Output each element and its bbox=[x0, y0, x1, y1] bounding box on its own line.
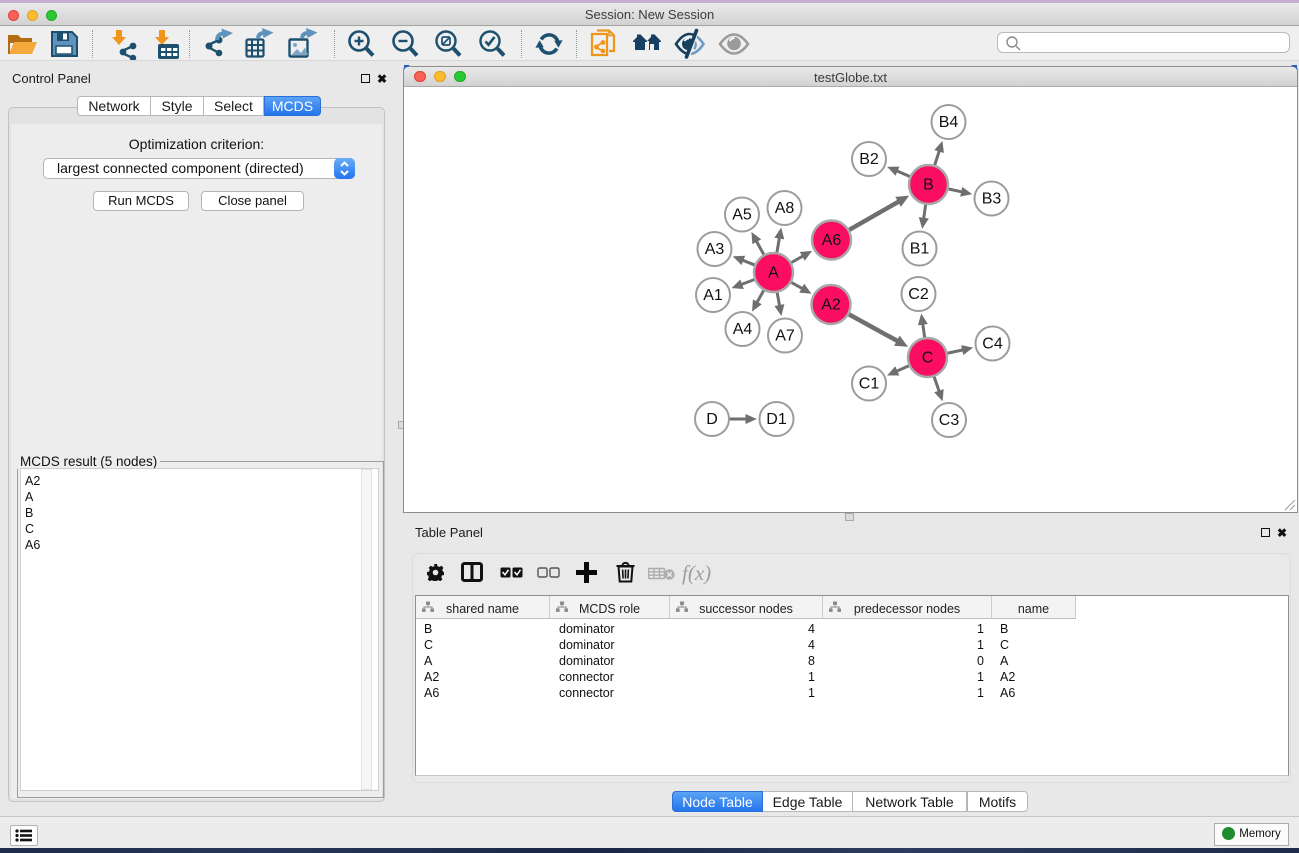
svg-text:A4: A4 bbox=[733, 321, 753, 338]
svg-text:A2: A2 bbox=[821, 297, 841, 314]
svg-text:C3: C3 bbox=[939, 412, 960, 429]
svg-text:C: C bbox=[922, 350, 934, 367]
svg-text:A1: A1 bbox=[703, 287, 723, 304]
svg-text:C1: C1 bbox=[859, 376, 880, 393]
svg-text:A8: A8 bbox=[775, 200, 795, 217]
svg-text:D1: D1 bbox=[766, 411, 787, 428]
svg-text:B3: B3 bbox=[982, 191, 1002, 208]
svg-text:A5: A5 bbox=[732, 207, 752, 224]
svg-text:D: D bbox=[706, 411, 718, 428]
svg-text:B2: B2 bbox=[859, 151, 879, 168]
svg-text:A3: A3 bbox=[705, 241, 725, 258]
svg-text:C4: C4 bbox=[982, 336, 1003, 353]
svg-text:A6: A6 bbox=[822, 232, 842, 249]
svg-text:C2: C2 bbox=[908, 286, 929, 303]
svg-text:B: B bbox=[923, 177, 934, 194]
svg-text:B1: B1 bbox=[910, 241, 930, 258]
svg-text:B4: B4 bbox=[939, 114, 959, 131]
svg-text:A7: A7 bbox=[775, 328, 795, 345]
svg-text:A: A bbox=[768, 265, 779, 282]
